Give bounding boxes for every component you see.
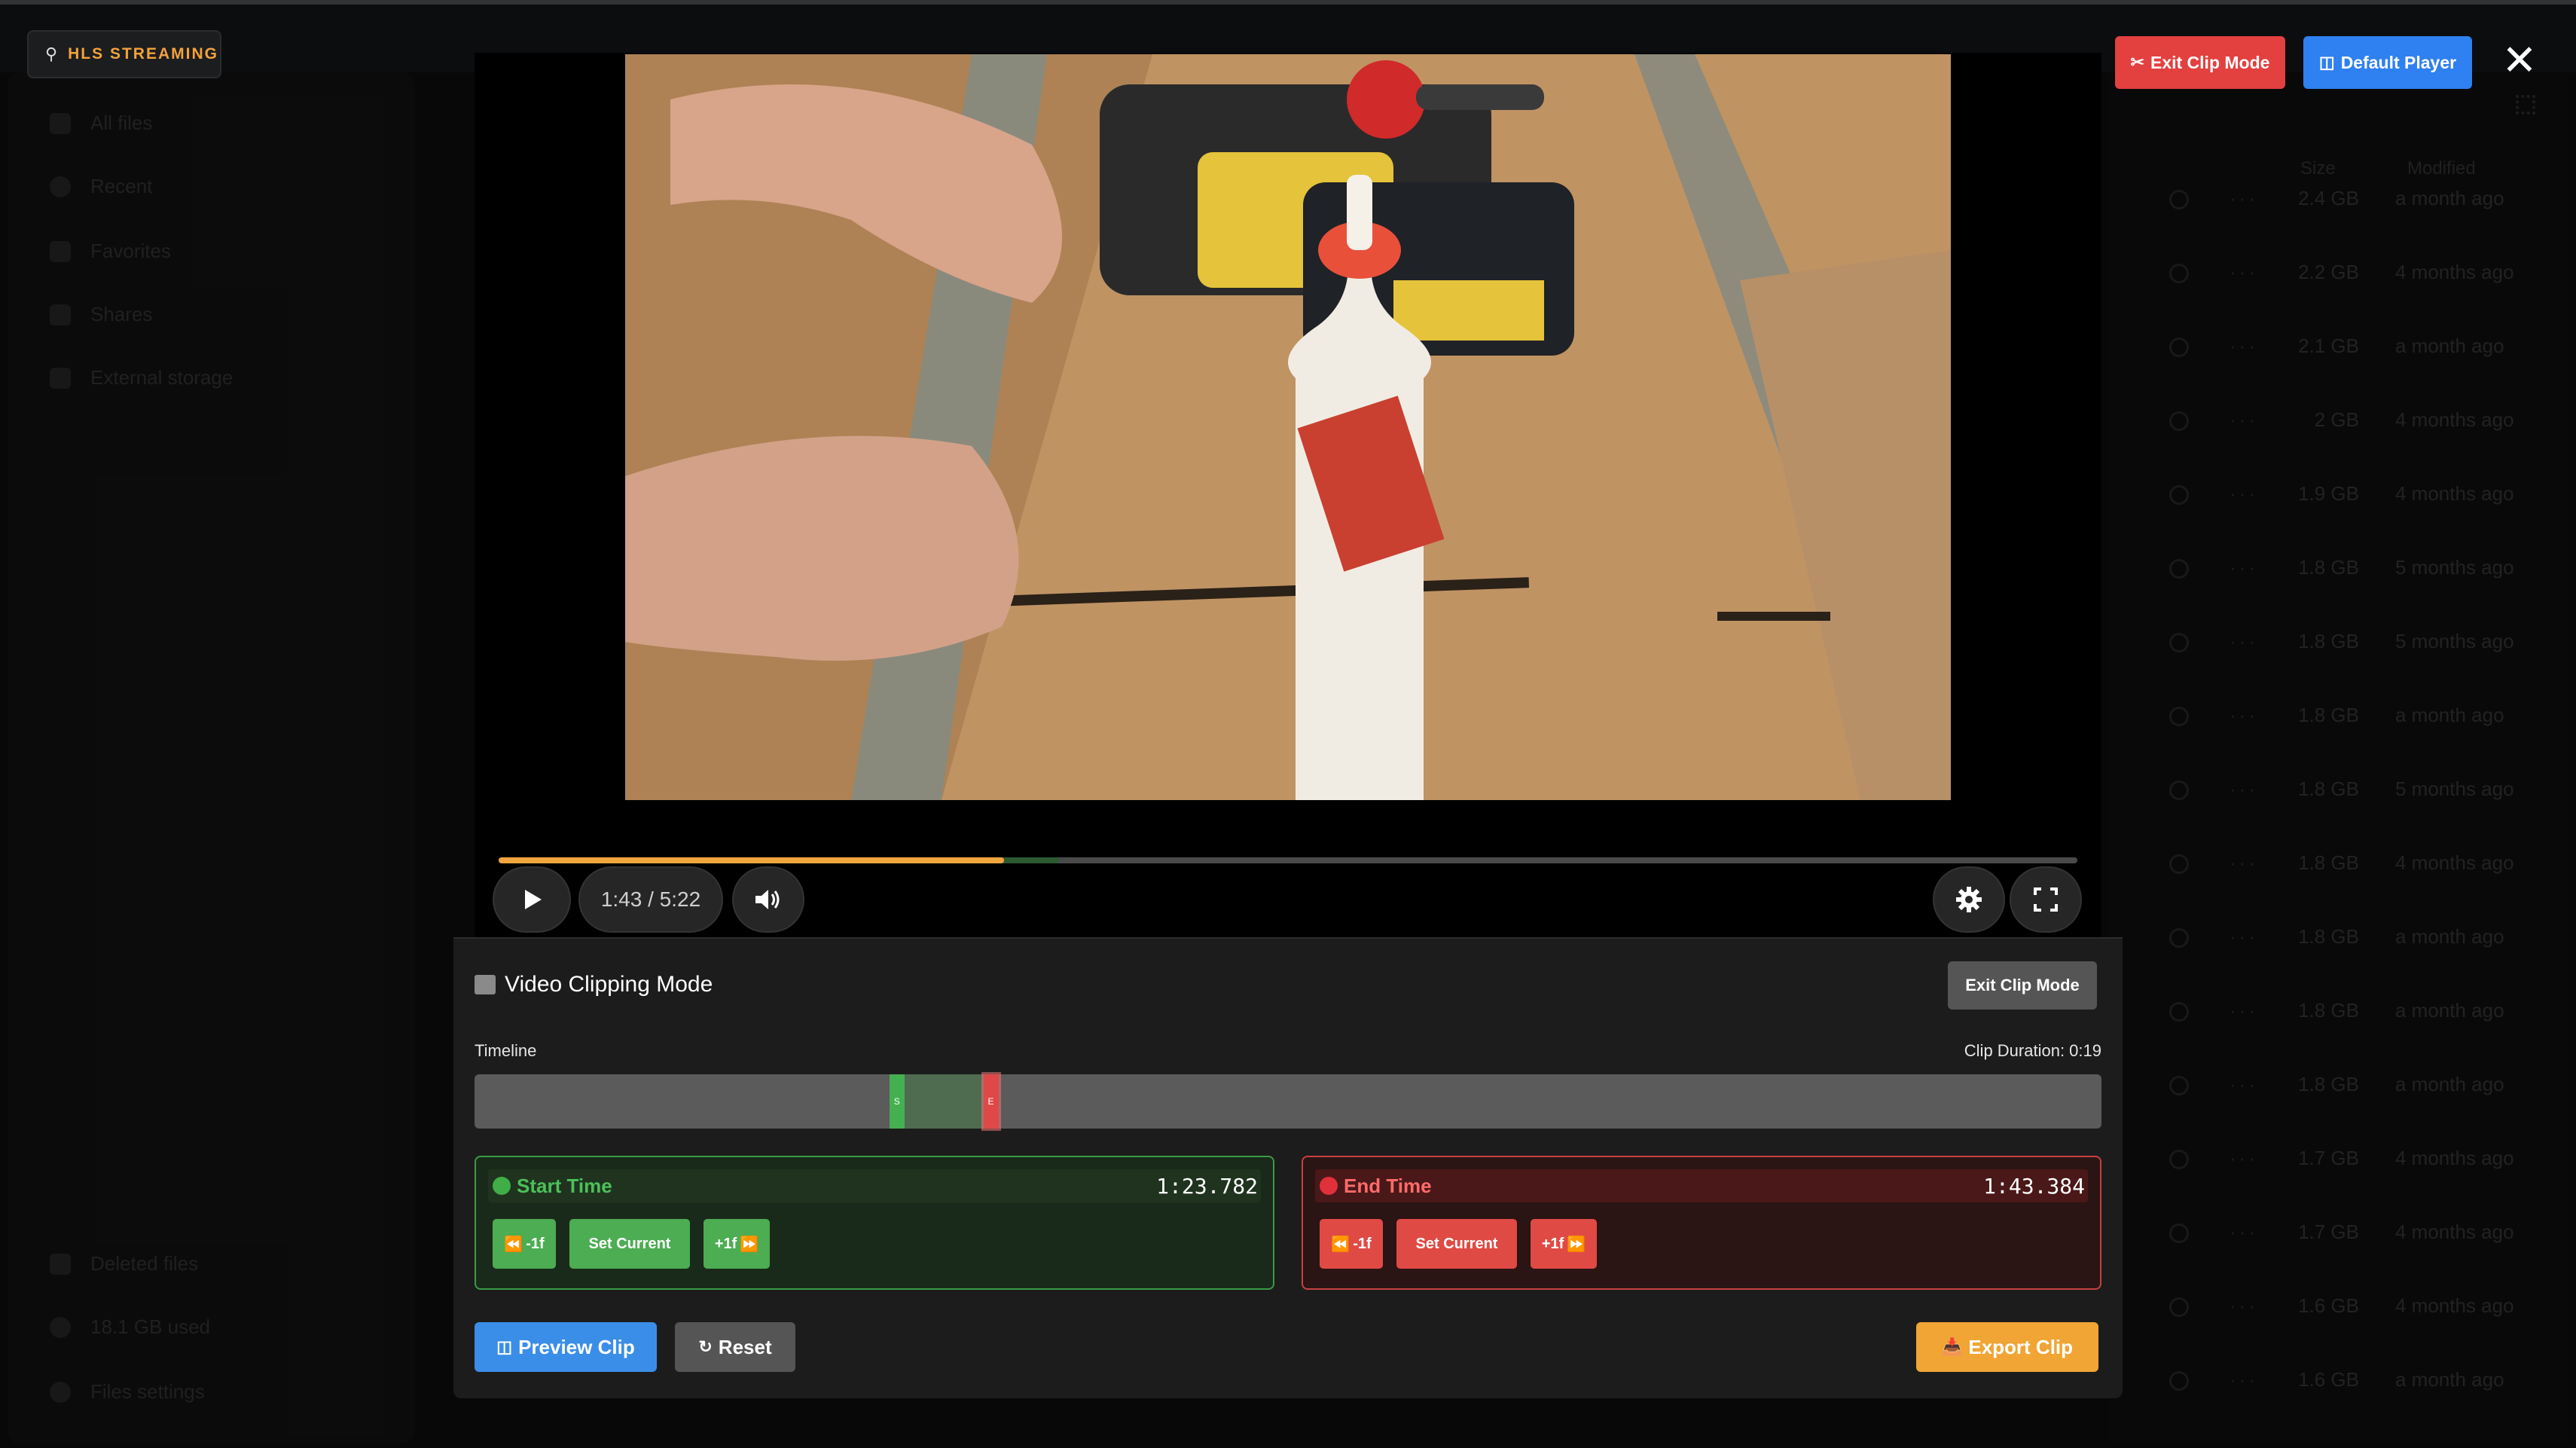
volume-icon bbox=[755, 890, 780, 909]
hls-streaming-badge: ⚲ HLS STREAMING bbox=[27, 30, 221, 78]
progress-buffered bbox=[1003, 857, 1060, 863]
start-forward-frame-label: +1f bbox=[714, 1235, 737, 1252]
play-icon bbox=[525, 890, 542, 909]
end-set-current-button[interactable]: Set Current bbox=[1396, 1219, 1517, 1269]
start-time-label: Start Time bbox=[517, 1174, 612, 1197]
end-handle[interactable]: E bbox=[983, 1074, 999, 1129]
clip-panel-title: Video Clipping Mode bbox=[475, 972, 713, 997]
end-time-title: End Time bbox=[1320, 1175, 1432, 1198]
start-back-frame-label: -1f bbox=[526, 1235, 545, 1252]
start-back-frame-button[interactable]: ⏪ -1f bbox=[493, 1219, 556, 1269]
fast-forward-icon: ⏩ bbox=[740, 1236, 759, 1253]
start-time-value: 1:23.782 bbox=[1156, 1173, 1258, 1199]
satellite-icon: ⚲ bbox=[45, 44, 60, 63]
green-circle-icon bbox=[493, 1177, 511, 1195]
start-set-current-button[interactable]: Set Current bbox=[569, 1219, 690, 1269]
timeline-label: Timeline bbox=[475, 1041, 537, 1060]
clip-range bbox=[889, 1074, 999, 1129]
time-display: 1:43 / 5:22 bbox=[578, 866, 723, 933]
start-time-header: Start Time 1:23.782 bbox=[488, 1169, 1261, 1202]
gear-icon bbox=[1956, 887, 1982, 912]
rewind-icon: ⏪ bbox=[1331, 1236, 1351, 1253]
video-frame-image bbox=[625, 54, 1951, 800]
clapperboard-icon: ◫ bbox=[496, 1337, 513, 1356]
fast-forward-icon: ⏩ bbox=[1567, 1236, 1586, 1253]
video-progress-bar[interactable] bbox=[499, 857, 2077, 863]
fullscreen-button[interactable] bbox=[2010, 866, 2082, 933]
clapperboard-icon: ◫ bbox=[2318, 53, 2335, 72]
end-back-frame-button[interactable]: ⏪ -1f bbox=[1320, 1219, 1383, 1269]
clapperboard-icon bbox=[475, 975, 496, 994]
default-player-button[interactable]: ◫ Default Player bbox=[2303, 36, 2472, 89]
end-time-label: End Time bbox=[1344, 1174, 1432, 1197]
red-circle-icon bbox=[1320, 1177, 1338, 1195]
clip-panel-title-text: Video Clipping Mode bbox=[505, 972, 713, 997]
start-forward-frame-button[interactable]: +1f ⏩ bbox=[704, 1219, 770, 1269]
export-clip-button[interactable]: 📥 Export Clip bbox=[1916, 1322, 2098, 1372]
default-player-label: Default Player bbox=[2340, 52, 2457, 72]
play-button[interactable] bbox=[493, 866, 571, 933]
start-time-title: Start Time bbox=[493, 1175, 612, 1198]
exit-clip-mode-button[interactable]: ✂ Exit Clip Mode bbox=[2115, 36, 2285, 89]
rewind-icon: ⏪ bbox=[504, 1236, 523, 1253]
reset-icon: ↻ bbox=[698, 1337, 713, 1356]
exit-clip-mode-label: Exit Clip Mode bbox=[2150, 52, 2270, 72]
start-time-box: Start Time 1:23.782 ⏪ -1f Set Current +1… bbox=[475, 1156, 1274, 1290]
clip-timeline[interactable]: S E bbox=[475, 1074, 2101, 1129]
close-icon[interactable]: ✕ bbox=[2495, 38, 2544, 87]
preview-clip-label: Preview Clip bbox=[518, 1335, 635, 1358]
volume-button[interactable] bbox=[732, 866, 804, 933]
settings-button[interactable] bbox=[1933, 866, 2005, 933]
clip-duration: Clip Duration: 0:19 bbox=[1964, 1041, 2101, 1060]
exit-clip-mode-panel-button[interactable]: Exit Clip Mode bbox=[1948, 961, 2097, 1010]
end-forward-frame-label: +1f bbox=[1541, 1235, 1564, 1252]
end-back-frame-label: -1f bbox=[1353, 1235, 1372, 1252]
end-time-box: End Time 1:43.384 ⏪ -1f Set Current +1f … bbox=[1302, 1156, 2101, 1290]
video-frame[interactable] bbox=[625, 54, 1951, 800]
download-tray-icon: 📥 bbox=[1941, 1337, 1963, 1356]
fullscreen-icon bbox=[2034, 887, 2058, 912]
end-time-value: 1:43.384 bbox=[1983, 1173, 2085, 1199]
time-display-text: 1:43 / 5:22 bbox=[600, 887, 701, 911]
start-handle[interactable]: S bbox=[889, 1074, 905, 1129]
preview-clip-button[interactable]: ◫ Preview Clip bbox=[475, 1322, 657, 1372]
export-clip-label: Export Clip bbox=[1968, 1335, 2074, 1358]
reset-button[interactable]: ↻ Reset bbox=[675, 1322, 795, 1372]
reset-label: Reset bbox=[718, 1335, 772, 1358]
hls-badge-label: HLS STREAMING bbox=[68, 45, 218, 63]
progress-played bbox=[499, 857, 1004, 863]
end-forward-frame-button[interactable]: +1f ⏩ bbox=[1531, 1219, 1597, 1269]
scissors-icon: ✂ bbox=[2130, 53, 2144, 72]
end-time-header: End Time 1:43.384 bbox=[1315, 1169, 2088, 1202]
